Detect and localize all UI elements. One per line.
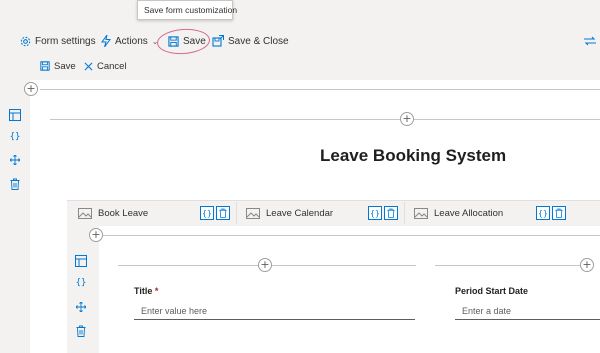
- divider-column-1b: [272, 265, 416, 266]
- add-section-top-icon[interactable]: +: [24, 82, 38, 96]
- divider-column-1: [118, 265, 258, 266]
- code-braces-icon[interactable]: {}: [200, 206, 214, 220]
- form-settings-label: Form settings: [35, 35, 96, 47]
- save-tooltip: Save form customization: [137, 0, 237, 20]
- cancel-label: Cancel: [97, 60, 127, 72]
- trash-icon[interactable]: [216, 206, 230, 220]
- move-icon[interactable]: [74, 300, 88, 314]
- divider-section-right: [414, 119, 600, 120]
- code-braces-icon[interactable]: {}: [74, 276, 88, 290]
- save-icon: [40, 61, 50, 71]
- section-settings-icon[interactable]: [74, 254, 88, 268]
- add-section-icon[interactable]: +: [400, 112, 414, 126]
- title-input[interactable]: Enter value here: [134, 304, 415, 320]
- image-icon: [78, 207, 92, 219]
- add-field-icon[interactable]: +: [258, 258, 272, 272]
- tab-label: Leave Allocation: [434, 207, 504, 219]
- close-icon: [84, 62, 93, 70]
- tab-label: Book Leave: [98, 207, 149, 219]
- tab-separator: [404, 202, 405, 224]
- divider-top: [40, 89, 600, 90]
- tab-book-leave[interactable]: Book Leave: [78, 201, 148, 225]
- trash-icon[interactable]: [552, 206, 566, 220]
- save-close-button[interactable]: Save & Close: [212, 32, 289, 50]
- switch-icon[interactable]: [584, 32, 600, 50]
- divider-section: [50, 119, 400, 120]
- tab-separator: [236, 202, 237, 224]
- tab-leave-calendar[interactable]: Leave Calendar: [246, 201, 333, 225]
- tab-leave-allocation[interactable]: Leave Allocation: [414, 201, 503, 225]
- divider-column-2: [435, 265, 580, 266]
- secondary-save-button[interactable]: Save: [40, 57, 76, 75]
- page-title: Leave Booking System: [320, 146, 507, 165]
- period-start-date-label: Period Start Date: [455, 286, 529, 296]
- save-close-label: Save & Close: [228, 35, 289, 47]
- add-column-icon[interactable]: +: [89, 228, 103, 242]
- divider-tab: [103, 235, 600, 236]
- tab-label: Leave Calendar: [266, 207, 334, 219]
- image-icon: [246, 207, 260, 219]
- image-icon: [414, 207, 428, 219]
- code-braces-icon[interactable]: {}: [8, 130, 22, 144]
- cancel-button[interactable]: Cancel: [84, 57, 127, 75]
- add-field-icon[interactable]: +: [580, 258, 594, 272]
- gear-icon: [20, 36, 31, 46]
- move-icon[interactable]: [8, 153, 22, 167]
- trash-icon[interactable]: [8, 177, 22, 191]
- required-mark: *: [154, 286, 159, 296]
- period-start-date-input[interactable]: Enter a date: [455, 304, 600, 320]
- actions-label: Actions: [115, 35, 148, 47]
- save-close-icon: [212, 35, 224, 47]
- actions-button[interactable]: Actions ⌄: [101, 32, 159, 50]
- trash-icon[interactable]: [74, 324, 88, 338]
- trash-icon[interactable]: [384, 206, 398, 220]
- code-braces-icon[interactable]: {}: [536, 206, 550, 220]
- form-settings-button[interactable]: Form settings: [20, 32, 96, 50]
- title-field-label: Title *: [134, 286, 159, 296]
- section-settings-icon[interactable]: [8, 108, 22, 122]
- lightning-icon: [101, 35, 111, 47]
- code-braces-icon[interactable]: {}: [368, 206, 382, 220]
- secondary-save-label: Save: [54, 60, 76, 72]
